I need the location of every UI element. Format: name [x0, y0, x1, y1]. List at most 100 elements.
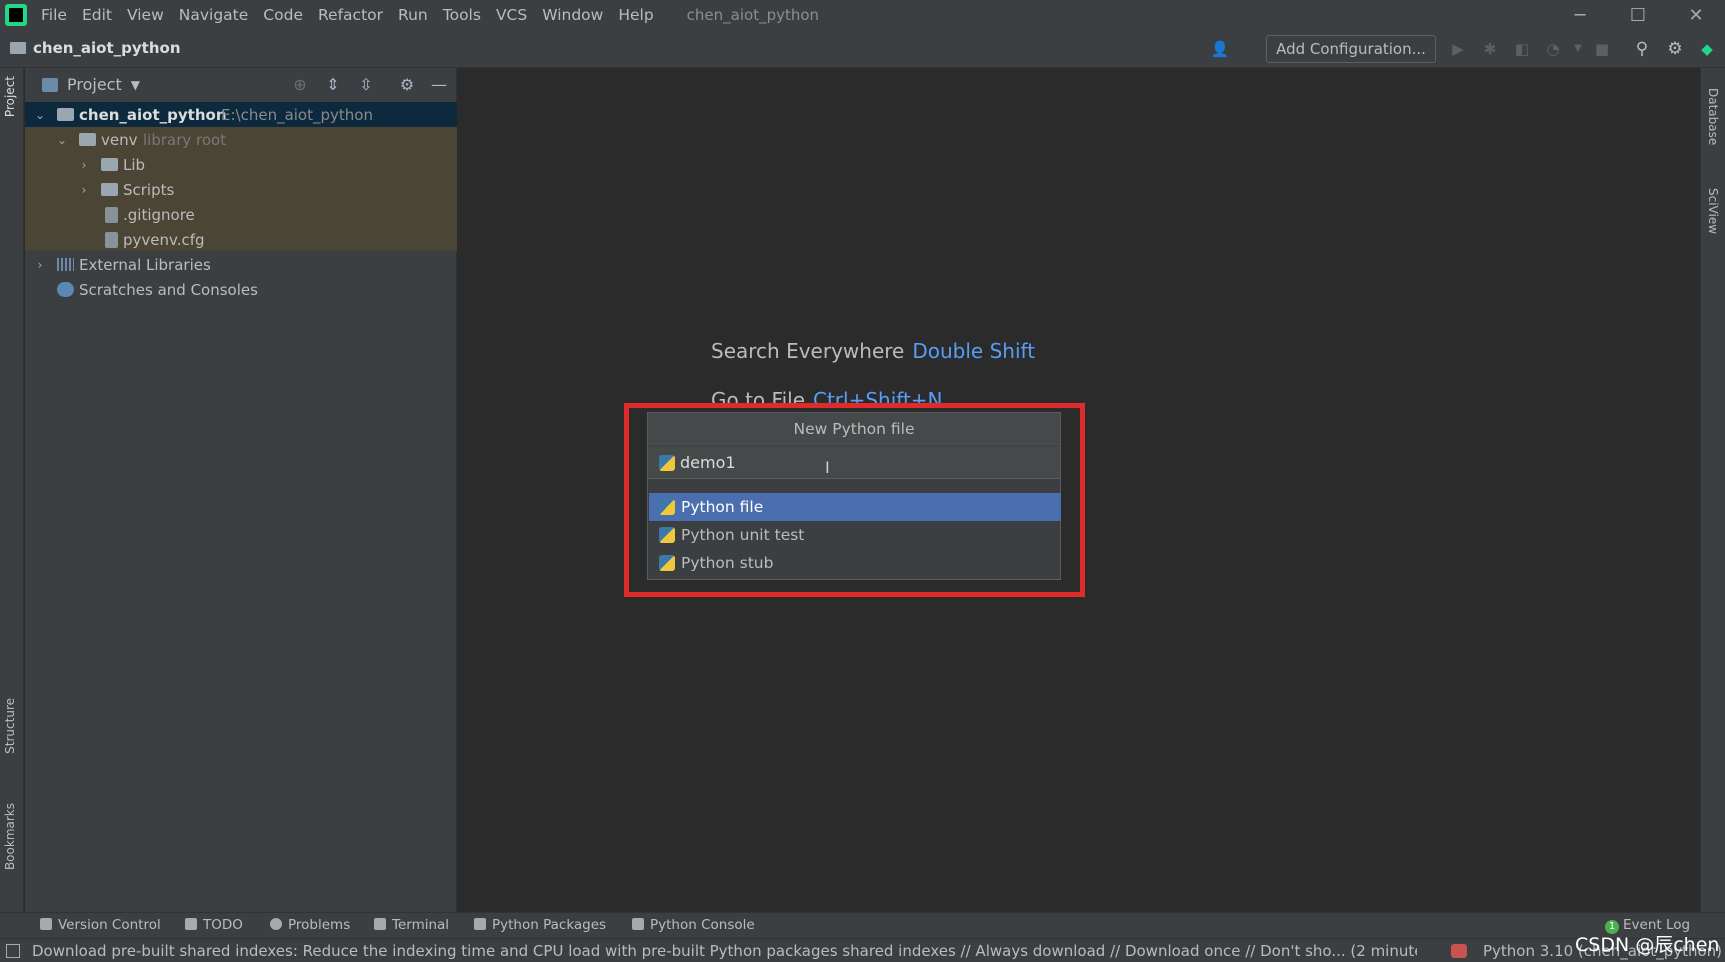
menu-vcs[interactable]: VCS: [496, 6, 527, 24]
coverage-icon[interactable]: ◧: [1512, 39, 1532, 59]
search-icon[interactable]: ⚲: [1632, 39, 1652, 59]
bottom-tool-bar: Version Control TODO Problems Terminal P…: [0, 912, 1725, 938]
tree-row-gitignore[interactable]: .gitignore: [25, 202, 457, 227]
close-icon[interactable]: ✕: [1667, 0, 1725, 30]
tree-row-external-libraries[interactable]: › External Libraries: [25, 252, 457, 277]
tool-label: Problems: [288, 917, 351, 933]
menu-edit[interactable]: Edit: [82, 6, 112, 24]
menu-navigate[interactable]: Navigate: [179, 6, 249, 24]
folder-icon: [57, 108, 74, 121]
window-title: chen_aiot_python: [686, 6, 820, 24]
tree-item-label: venv: [101, 130, 138, 149]
status-bar: Download pre-built shared indexes: Reduc…: [0, 938, 1725, 962]
tree-item-label: .gitignore: [123, 205, 195, 224]
user-icon[interactable]: 👤: [1210, 39, 1230, 59]
tool-label: Version Control: [58, 917, 161, 933]
tool-problems[interactable]: Problems: [270, 917, 350, 933]
code-with-me-icon[interactable]: ◆: [1697, 39, 1717, 59]
folder-icon: [101, 158, 118, 171]
add-configuration-button[interactable]: Add Configuration...: [1266, 35, 1436, 63]
left-tool-stripe: Project Structure Bookmarks: [0, 68, 24, 912]
tool-version-control[interactable]: Version Control: [40, 917, 161, 933]
menu-window[interactable]: Window: [542, 6, 603, 24]
menu-run[interactable]: Run: [398, 6, 428, 24]
tree-row-scratches[interactable]: Scratches and Consoles: [25, 277, 457, 302]
breadcrumb-project[interactable]: chen_aiot_python: [33, 39, 181, 57]
menu-help[interactable]: Help: [618, 6, 653, 24]
tree-row-pyvenv[interactable]: pyvenv.cfg: [25, 227, 457, 252]
stop-icon[interactable]: ■: [1592, 39, 1612, 59]
tool-todo[interactable]: TODO: [185, 917, 243, 933]
hide-panel-icon[interactable]: —: [429, 75, 449, 95]
tree-item-label: Scratches and Consoles: [79, 280, 258, 299]
chevron-right-icon[interactable]: ›: [77, 158, 91, 172]
menu-tools[interactable]: Tools: [443, 6, 481, 24]
tab-structure[interactable]: Structure: [3, 698, 17, 754]
right-tool-stripe: Database SciView: [1700, 68, 1725, 912]
tree-item-note: library root: [143, 130, 227, 149]
run-icon[interactable]: ▶: [1448, 39, 1468, 59]
tool-python-console[interactable]: Python Console: [632, 917, 755, 933]
highlight-annotation-box: [624, 403, 1085, 597]
menu-refactor[interactable]: Refactor: [318, 6, 383, 24]
menu-code[interactable]: Code: [263, 6, 303, 24]
locate-icon[interactable]: ⊕: [290, 75, 310, 95]
minimize-icon[interactable]: ─: [1551, 0, 1609, 30]
profile-icon[interactable]: ◔: [1543, 39, 1563, 59]
hint-label: Go to File: [711, 388, 805, 403]
tool-python-packages[interactable]: Python Packages: [474, 917, 606, 933]
tree-item-label: External Libraries: [79, 255, 211, 274]
chevron-right-icon[interactable]: ›: [77, 183, 91, 197]
folder-icon: [79, 133, 96, 146]
tree-row-lib[interactable]: › Lib: [25, 152, 457, 177]
menu-bar: File Edit View Navigate Code Refactor Ru…: [0, 0, 1725, 30]
chevron-right-icon[interactable]: ›: [33, 258, 47, 272]
project-panel: Project ▼ ⊕ ⇕ ⇳ ⚙ — ⌄ chen_aiot_python E…: [25, 68, 457, 912]
tool-terminal[interactable]: Terminal: [374, 917, 449, 933]
list-icon: [185, 918, 197, 930]
ignore-file-icon: [105, 206, 118, 223]
debug-icon[interactable]: ✱: [1480, 39, 1500, 59]
tab-sciview[interactable]: SciView: [1706, 188, 1720, 234]
scratches-icon: [57, 282, 74, 297]
tree-item-label: Scripts: [123, 180, 175, 199]
collapse-all-icon[interactable]: ⇳: [356, 75, 376, 95]
gear-icon[interactable]: ⚙: [397, 75, 417, 95]
toggle-tool-windows-icon[interactable]: [6, 944, 20, 958]
chevron-down-icon[interactable]: ▼: [131, 78, 140, 92]
project-panel-header: Project ▼: [25, 68, 457, 101]
tree-row-scripts[interactable]: › Scripts: [25, 177, 457, 202]
info-icon: [270, 918, 282, 930]
watermark: CSDN @辰chen: [1575, 934, 1720, 956]
layers-icon: [474, 918, 486, 930]
folder-icon: [101, 183, 118, 196]
menu-view[interactable]: View: [127, 6, 164, 24]
tool-label: Python Packages: [492, 917, 607, 933]
library-icon: [57, 258, 74, 271]
python-interpreter-icon: [1451, 944, 1467, 958]
project-view-icon: [42, 77, 58, 92]
tab-project[interactable]: Project: [3, 76, 17, 117]
tree-item-path: E:\chen_aiot_python: [221, 105, 373, 124]
navigation-bar: chen_aiot_python 👤 Add Configuration... …: [0, 30, 1725, 68]
tool-label: TODO: [203, 917, 243, 933]
maximize-icon[interactable]: ☐: [1609, 0, 1667, 30]
tree-row-project-root[interactable]: ⌄ chen_aiot_python E:\chen_aiot_python: [25, 102, 457, 127]
chevron-down-icon[interactable]: ⌄: [55, 133, 69, 147]
project-view-selector[interactable]: Project: [67, 75, 122, 94]
chevron-down-icon[interactable]: ▼: [1568, 39, 1588, 59]
menu-file[interactable]: File: [41, 6, 67, 24]
go-to-file-hint: Go to File Ctrl+Shift+N: [711, 388, 943, 403]
tree-row-venv[interactable]: ⌄ venv library root: [25, 127, 457, 152]
tab-database[interactable]: Database: [1706, 88, 1720, 145]
status-message[interactable]: Download pre-built shared indexes: Reduc…: [32, 942, 1417, 960]
tab-bookmarks[interactable]: Bookmarks: [3, 803, 17, 870]
expand-all-icon[interactable]: ⇕: [323, 75, 343, 95]
chevron-down-icon[interactable]: ⌄: [33, 108, 47, 122]
tree-item-label: chen_aiot_python: [79, 105, 227, 124]
gear-icon[interactable]: ⚙: [1665, 39, 1685, 59]
tree-item-label: pyvenv.cfg: [123, 230, 205, 249]
tool-label: Terminal: [392, 917, 450, 933]
folder-icon: [10, 42, 26, 54]
branch-icon: [40, 918, 52, 930]
